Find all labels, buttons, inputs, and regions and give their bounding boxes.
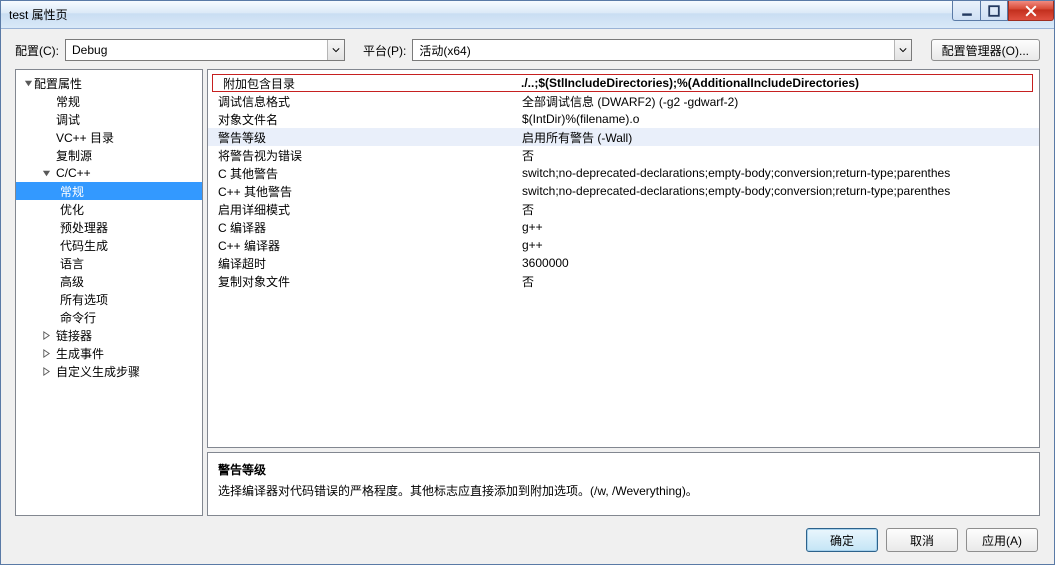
platform-label: 平台(P): [363, 42, 406, 59]
property-row[interactable]: 调试信息格式全部调试信息 (DWARF2) (-g2 -gdwarf-2) [208, 92, 1039, 110]
triangle-right-icon [40, 349, 52, 358]
property-key: 调试信息格式 [208, 93, 518, 110]
property-row[interactable]: C 编译器g++ [208, 218, 1039, 236]
property-row[interactable]: 附加包含目录./..;$(StlIncludeDirectories);%(Ad… [212, 74, 1033, 92]
property-value[interactable]: 否 [518, 201, 1039, 218]
property-row[interactable]: C++ 编译器g++ [208, 236, 1039, 254]
platform-combo[interactable]: 活动(x64) [412, 39, 912, 61]
tree-cc-group[interactable]: C/C++ [16, 164, 202, 182]
right-panel: 附加包含目录./..;$(StlIncludeDirectories);%(Ad… [207, 69, 1040, 516]
property-key: 启用详细模式 [208, 201, 518, 218]
close-button[interactable] [1008, 1, 1054, 21]
main-area: 配置属性 常规调试VC++ 目录复制源 C/C++ 常规优化预处理器代码生成语言… [15, 69, 1040, 516]
tree-item[interactable]: 常规 [16, 92, 202, 110]
property-value[interactable]: $(IntDir)%(filename).o [518, 112, 1039, 126]
property-key: 编译超时 [208, 255, 518, 272]
property-row[interactable]: 复制对象文件否 [208, 272, 1039, 290]
minimize-button[interactable] [952, 1, 980, 21]
chevron-down-icon [894, 40, 911, 60]
tree-panel: 配置属性 常规调试VC++ 目录复制源 C/C++ 常规优化预处理器代码生成语言… [15, 69, 203, 516]
tree-item[interactable]: 所有选项 [16, 290, 202, 308]
property-key: C++ 其他警告 [208, 183, 518, 200]
config-manager-button[interactable]: 配置管理器(O)... [931, 39, 1040, 61]
tree-item[interactable]: 命令行 [16, 308, 202, 326]
tree-group-collapsed[interactable]: 自定义生成步骤 [16, 362, 202, 380]
property-row[interactable]: 启用详细模式否 [208, 200, 1039, 218]
property-value[interactable]: 否 [518, 147, 1039, 164]
description-text: 选择编译器对代码错误的严格程度。其他标志应直接添加到附加选项。(/w, /Wev… [218, 482, 1029, 499]
tree-item[interactable]: 优化 [16, 200, 202, 218]
cancel-button[interactable]: 取消 [886, 528, 958, 552]
triangle-down-icon [40, 169, 52, 178]
tree-item[interactable]: 调试 [16, 110, 202, 128]
tree-group-collapsed[interactable]: 链接器 [16, 326, 202, 344]
property-value[interactable]: g++ [518, 220, 1039, 234]
chevron-down-icon [327, 40, 344, 60]
property-grid[interactable]: 附加包含目录./..;$(StlIncludeDirectories);%(Ad… [207, 69, 1040, 448]
apply-button[interactable]: 应用(A) [966, 528, 1038, 552]
property-row[interactable]: 警告等级启用所有警告 (-Wall) [208, 128, 1039, 146]
property-key: 附加包含目录 [213, 75, 517, 92]
tree-root[interactable]: 配置属性 [16, 74, 202, 92]
config-toolbar: 配置(C): Debug 平台(P): 活动(x64) 配置管理器(O)... [15, 39, 1040, 61]
config-label: 配置(C): [15, 42, 59, 59]
property-row[interactable]: 将警告视为错误否 [208, 146, 1039, 164]
property-value[interactable]: 全部调试信息 (DWARF2) (-g2 -gdwarf-2) [518, 93, 1039, 110]
property-row[interactable]: C++ 其他警告switch;no-deprecated-declaration… [208, 182, 1039, 200]
tree-group-collapsed[interactable]: 生成事件 [16, 344, 202, 362]
property-value[interactable]: switch;no-deprecated-declarations;empty-… [518, 166, 1039, 180]
property-key: 对象文件名 [208, 111, 518, 128]
property-key: C 编译器 [208, 219, 518, 236]
property-value[interactable]: 否 [518, 273, 1039, 290]
client-area: 配置(C): Debug 平台(P): 活动(x64) 配置管理器(O)... … [1, 29, 1054, 564]
tree-item[interactable]: 复制源 [16, 146, 202, 164]
property-key: C 其他警告 [208, 165, 518, 182]
property-row[interactable]: C 其他警告switch;no-deprecated-declarations;… [208, 164, 1039, 182]
property-key: 警告等级 [208, 129, 518, 146]
property-key: C++ 编译器 [208, 237, 518, 254]
window-buttons [952, 1, 1054, 21]
tree-item[interactable]: 预处理器 [16, 218, 202, 236]
property-value[interactable]: ./..;$(StlIncludeDirectories);%(Addition… [517, 76, 1032, 90]
description-panel: 警告等级 选择编译器对代码错误的严格程度。其他标志应直接添加到附加选项。(/w,… [207, 452, 1040, 516]
platform-value: 活动(x64) [419, 42, 470, 59]
tree-item[interactable]: 常规 [16, 182, 202, 200]
property-value[interactable]: switch;no-deprecated-declarations;empty-… [518, 184, 1039, 198]
ok-button[interactable]: 确定 [806, 528, 878, 552]
triangle-right-icon [40, 331, 52, 340]
config-combo[interactable]: Debug [65, 39, 345, 61]
property-key: 将警告视为错误 [208, 147, 518, 164]
property-pages-window: test 属性页 配置(C): Debug 平台(P): 活动(x64) 配置管… [0, 0, 1055, 565]
property-value[interactable]: g++ [518, 238, 1039, 252]
property-row[interactable]: 对象文件名$(IntDir)%(filename).o [208, 110, 1039, 128]
dialog-buttons: 确定 取消 应用(A) [15, 524, 1040, 554]
tree-item[interactable]: 高级 [16, 272, 202, 290]
triangle-right-icon [40, 367, 52, 376]
tree-item[interactable]: 代码生成 [16, 236, 202, 254]
triangle-down-icon [22, 79, 34, 88]
config-tree[interactable]: 配置属性 常规调试VC++ 目录复制源 C/C++ 常规优化预处理器代码生成语言… [16, 74, 202, 380]
tree-item[interactable]: 语言 [16, 254, 202, 272]
property-value[interactable]: 启用所有警告 (-Wall) [518, 129, 1039, 146]
config-value: Debug [72, 43, 107, 57]
window-title: test 属性页 [1, 6, 68, 23]
property-value[interactable]: 3600000 [518, 256, 1039, 270]
titlebar[interactable]: test 属性页 [1, 1, 1054, 29]
description-title: 警告等级 [218, 461, 1029, 478]
property-key: 复制对象文件 [208, 273, 518, 290]
property-row[interactable]: 编译超时3600000 [208, 254, 1039, 272]
tree-item[interactable]: VC++ 目录 [16, 128, 202, 146]
maximize-button[interactable] [980, 1, 1008, 21]
